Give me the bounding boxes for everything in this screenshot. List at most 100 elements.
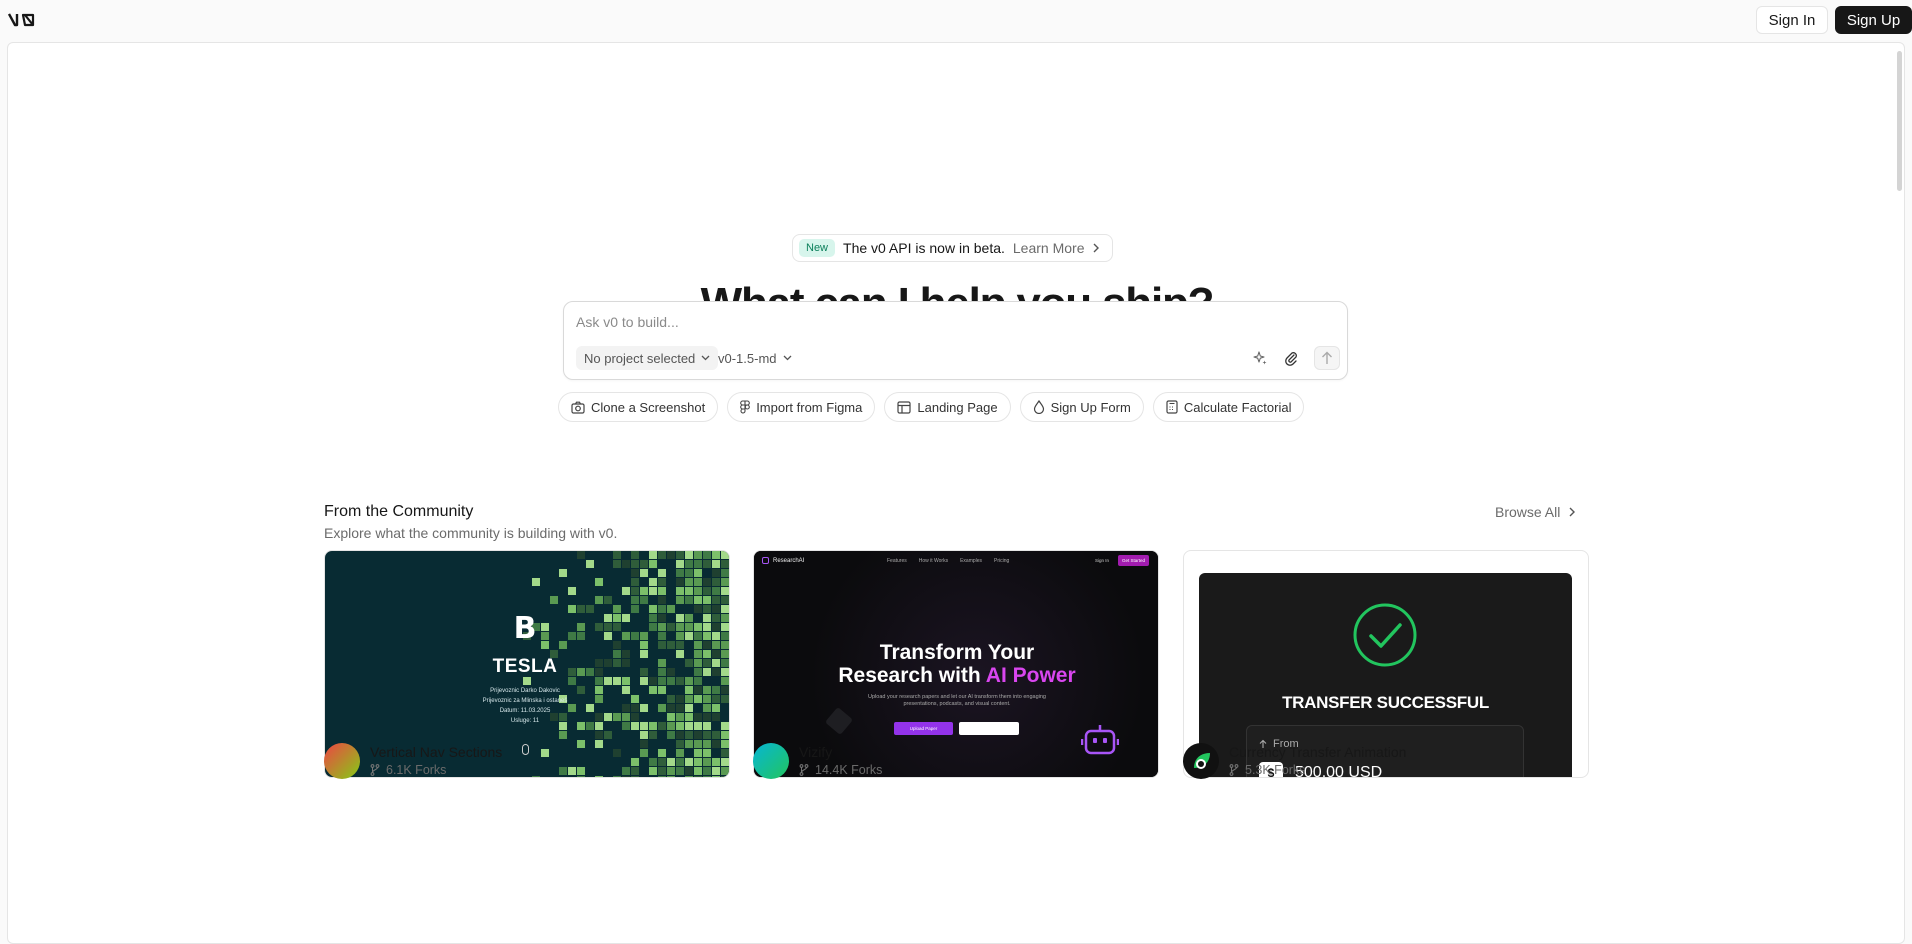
sign-up-button[interactable]: Sign Up: [1835, 6, 1912, 34]
chevron-down-icon: [783, 355, 791, 361]
droplet-icon: [1033, 400, 1044, 414]
prompt-box: No project selected v0-1.5-md: [563, 301, 1348, 380]
pixel-cell: [712, 776, 720, 777]
chip-landing-page[interactable]: Landing Page: [884, 392, 1011, 422]
pixel-cell: [631, 587, 639, 595]
pixel-cell: [631, 767, 639, 775]
pixel-cell: [595, 776, 603, 777]
chevron-right-icon: [1093, 243, 1100, 253]
pixel-cell: [694, 767, 702, 775]
chip-clone-screenshot[interactable]: Clone a Screenshot: [558, 392, 719, 422]
community-subtitle: Explore what the community is building w…: [324, 525, 618, 541]
card-title[interactable]: Vertical Nav Sections: [370, 743, 502, 761]
card-forks: 6.1K Forks: [370, 762, 502, 778]
suggestion-chips: Clone a Screenshot Import from Figma Lan…: [558, 392, 1305, 422]
pixel-cell: [676, 587, 684, 595]
tesla-brand: TESLA: [492, 656, 558, 677]
tesla-line: Usluge: 11: [510, 718, 540, 724]
pixel-cell: [559, 767, 567, 775]
pixel-cell: [595, 578, 603, 586]
pixel-cell: [676, 596, 684, 604]
attach-button[interactable]: [1281, 348, 1301, 368]
browse-all-link[interactable]: Browse All: [1495, 504, 1576, 520]
prompt-input[interactable]: [576, 312, 1336, 332]
pixel-cell: [559, 569, 567, 577]
pixel-cell: [676, 758, 684, 766]
researchai-nav: Features How it Works Examples Pricing: [887, 558, 1009, 564]
pixel-cell: [712, 578, 720, 586]
browse-all-label: Browse All: [1495, 504, 1561, 520]
arrow-up-icon: [1322, 351, 1332, 364]
chip-label: Calculate Factorial: [1183, 399, 1292, 415]
pixel-cell: [703, 578, 711, 586]
pixel-cell: [721, 587, 729, 595]
pixel-cell: [685, 776, 693, 777]
nav-item: Examples: [960, 558, 983, 564]
forks-count: 5.3K Forks: [1245, 763, 1306, 777]
pixel-cell: [649, 767, 657, 775]
community-card-meta: Currency Transfer Animation 5.3K Forks: [1183, 743, 1406, 779]
figma-icon: [740, 400, 751, 414]
pixel-cell: [595, 596, 603, 604]
pixel-cell: [568, 587, 576, 595]
pixel-cell: [694, 560, 702, 568]
pixel-cell: [703, 596, 711, 604]
researchai-logo: ResearchAI: [762, 557, 804, 564]
researchai-logo-icon: [762, 557, 769, 564]
pixel-cell: [658, 758, 666, 766]
chip-import-figma[interactable]: Import from Figma: [727, 392, 876, 422]
pixel-cell: [532, 578, 540, 586]
pixel-cell: [685, 758, 693, 766]
avatar[interactable]: [1183, 743, 1219, 779]
chip-calculate-factorial[interactable]: Calculate Factorial: [1152, 392, 1305, 422]
v0-logo[interactable]: [8, 12, 38, 28]
headline-line-2: Research with: [838, 664, 986, 687]
card-title[interactable]: Currency Transfer Animation: [1229, 743, 1406, 761]
project-selector[interactable]: No project selected: [576, 346, 719, 370]
card-title[interactable]: Vizify: [799, 743, 882, 761]
pixel-cell: [685, 587, 693, 595]
forks-count: 6.1K Forks: [386, 763, 447, 777]
sign-in-button[interactable]: Sign In: [1756, 6, 1828, 34]
tesla-line: Datum: 11.03.2025: [499, 708, 551, 714]
pixel-cell: [604, 596, 612, 604]
model-selector[interactable]: v0-1.5-md: [714, 346, 796, 370]
git-fork-icon: [799, 764, 809, 776]
pixel-cell: [676, 551, 684, 559]
pixel-cell: [694, 776, 702, 777]
git-fork-icon: [370, 764, 380, 776]
pixel-cell: [640, 569, 648, 577]
enhance-prompt-button[interactable]: [1250, 348, 1270, 368]
pixel-cell: [685, 569, 693, 577]
chevron-down-icon: [701, 355, 710, 361]
avatar[interactable]: [324, 743, 360, 779]
card-forks: 14.4K Forks: [799, 762, 882, 778]
chip-sign-up-form[interactable]: Sign Up Form: [1019, 392, 1144, 422]
pixel-cell: [577, 776, 585, 777]
avatar[interactable]: [753, 743, 789, 779]
send-button[interactable]: [1314, 346, 1340, 370]
paperclip-icon: [1285, 352, 1297, 366]
pixel-cell: [631, 551, 639, 559]
pixel-cell: [694, 551, 702, 559]
community-title: From the Community: [324, 503, 474, 520]
pixel-cell: [667, 776, 675, 777]
project-selector-label: No project selected: [584, 350, 696, 366]
forks-count: 14.4K Forks: [815, 763, 883, 777]
chip-label: Landing Page: [917, 399, 998, 415]
researchai-logo-text: ResearchAI: [773, 557, 805, 564]
scrollbar-thumb[interactable]: [1897, 51, 1902, 191]
learn-more-link[interactable]: Learn More: [1013, 240, 1085, 256]
nav-item: Features: [887, 558, 907, 564]
pixel-cell: [658, 767, 666, 775]
nav-item: How it Works: [918, 558, 949, 564]
community-card-meta: Vertical Nav Sections 6.1K Forks: [324, 743, 502, 779]
pixel-cell: [676, 578, 684, 586]
pixel-cell: [658, 569, 666, 577]
researchai-headline: Transform Your Research with AI Power: [754, 641, 1158, 687]
researchai-cta: Get Started: [1118, 555, 1150, 566]
pixel-cell: [712, 560, 720, 568]
git-fork-icon: [1229, 764, 1239, 776]
pixel-cell: [622, 776, 630, 777]
announcement-pill[interactable]: New The v0 API is now in beta. Learn Mor…: [792, 234, 1114, 262]
